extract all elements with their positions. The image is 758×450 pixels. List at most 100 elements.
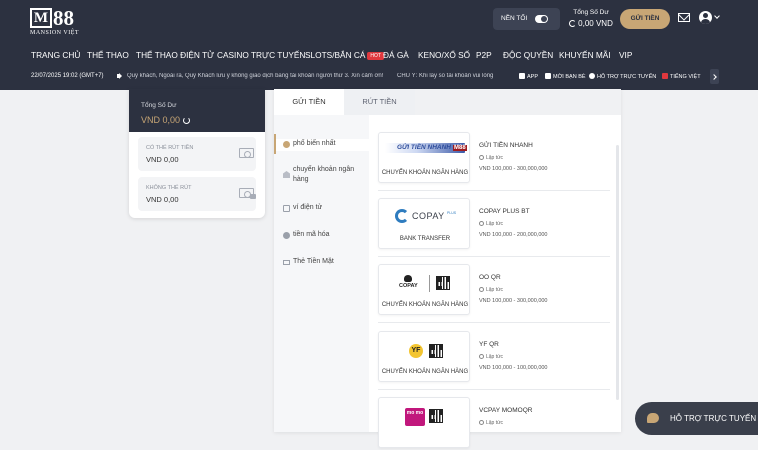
m88-logo[interactable]: M 88 MANSION VIỆT bbox=[30, 6, 84, 38]
quick-link-app[interactable]: APP bbox=[519, 73, 538, 80]
mail-icon[interactable] bbox=[678, 13, 690, 22]
copay-qr-logo-text: COPAY bbox=[399, 283, 418, 289]
side-item-label: chuyển khoản ngân hàng bbox=[293, 166, 355, 183]
total-balance-value: VND 0,00 bbox=[141, 115, 181, 125]
side-item-crypto[interactable]: tiền mã hóa bbox=[274, 230, 369, 242]
tab-deposit[interactable]: GỬI TIỀN bbox=[274, 89, 344, 115]
nav-sports[interactable]: THỂ THAO bbox=[87, 50, 129, 60]
method-caption: CHUYỂN KHOẢN NGÂN HÀNG bbox=[381, 302, 469, 308]
clock-icon bbox=[479, 420, 484, 425]
method-speed-label: Lập tức bbox=[486, 354, 503, 360]
method-caption: CHUYỂN KHOẢN NGÂN HÀNG bbox=[381, 369, 469, 375]
nav-p2p[interactable]: P2P bbox=[476, 50, 492, 60]
hot-badge: HOT bbox=[367, 52, 384, 60]
qr-code-icon bbox=[429, 409, 443, 423]
nav-exclusive[interactable]: ĐỘC QUYỀN bbox=[503, 50, 553, 60]
bank-icon bbox=[283, 171, 290, 178]
qr-code-icon bbox=[429, 344, 443, 358]
ticker-bar: 22/07/2025 19:02 (GMT+7) Quý khách, Ngoà… bbox=[0, 68, 758, 85]
row-divider bbox=[378, 190, 610, 191]
quick-link-support-label: HỖ TRỢ TRỰC TUYẾN bbox=[597, 74, 657, 80]
side-item-e-wallet[interactable]: ví điện tử bbox=[274, 203, 369, 215]
payment-method-row[interactable]: COPAY CHUYỂN KHOẢN NGÂN HÀNG OO QR Lập t… bbox=[378, 264, 610, 324]
live-support-button[interactable]: HỖ TRỢ TRỰC TUYẾN bbox=[635, 402, 758, 435]
app-icon bbox=[519, 73, 525, 79]
nav-home[interactable]: TRANG CHỦ bbox=[31, 50, 80, 60]
nav-keno[interactable]: KENO/XỔ SỐ bbox=[418, 50, 470, 60]
quick-link-invite[interactable]: MỜI BẠN BÈ bbox=[545, 73, 586, 80]
top-header: M 88 MANSION VIỆT NỀN TỐI Tổng Số Dư 0,0… bbox=[0, 0, 758, 90]
tabs-filler bbox=[415, 89, 621, 115]
withdrawable-card: CÓ THỂ RÚT TIỀN VND 0,00 bbox=[138, 137, 256, 171]
night-mode-toggle[interactable]: NỀN TỐI bbox=[493, 8, 560, 30]
method-logo-card[interactable]: YF CHUYỂN KHOẢN NGÂN HÀNG bbox=[378, 331, 470, 382]
method-range: VND 100,000 - 300,000,000 bbox=[479, 298, 548, 304]
copay-qr-logo: COPAY bbox=[399, 275, 453, 293]
m88-badge: M88 bbox=[453, 145, 467, 151]
yf-logo: YF bbox=[409, 344, 449, 360]
method-speed: Lập tức bbox=[479, 155, 503, 161]
side-item-popular[interactable]: phổ biến nhất bbox=[274, 134, 369, 154]
copay-c-icon bbox=[395, 209, 409, 223]
withdrawable-value: VND 0,00 bbox=[146, 155, 179, 164]
payment-method-row[interactable]: COPAY PLUS BANK TRANSFER COPAY PLUS BT L… bbox=[378, 198, 610, 258]
side-item-label: tiền mã hóa bbox=[293, 231, 330, 238]
cash-card-icon bbox=[283, 260, 290, 265]
logo-mark: M bbox=[30, 8, 52, 28]
clock-icon bbox=[479, 221, 484, 226]
logo-number: 88 bbox=[53, 6, 74, 30]
toggle-switch-icon[interactable] bbox=[535, 15, 548, 23]
coin-icon bbox=[283, 232, 290, 239]
payment-method-row[interactable]: mo mo VCPAY MOMOQR Lập tức bbox=[378, 397, 610, 450]
method-name: YF QR bbox=[479, 341, 499, 348]
wallet-icon bbox=[283, 205, 290, 212]
language-selector[interactable]: TIẾNG VIỆT bbox=[662, 73, 701, 80]
list-scrollbar[interactable] bbox=[616, 145, 619, 400]
copay-plus-logo: COPAY PLUS bbox=[395, 209, 456, 225]
method-range: VND 100,000 - 100,000,000 bbox=[479, 365, 548, 371]
method-logo-card[interactable]: mo mo bbox=[378, 397, 470, 448]
side-item-label: Thẻ Tiền Mặt bbox=[293, 258, 334, 265]
payment-method-row[interactable]: GỬI TIỀN NHANH M88 CHUYỂN KHOẢN NGÂN HÀNG… bbox=[378, 132, 610, 192]
header-balance: Tổng Số Dư 0,00 VND bbox=[566, 9, 616, 28]
momo-logo-text: mo mo bbox=[405, 408, 425, 426]
chat-icon bbox=[589, 73, 595, 79]
method-logo-card[interactable]: COPAY PLUS BANK TRANSFER bbox=[378, 198, 470, 249]
deposit-panel: GỬI TIỀN RÚT TIỀN phổ biến nhất chuyển k… bbox=[274, 89, 621, 448]
chevron-right-icon[interactable] bbox=[710, 69, 719, 84]
nav-promotions[interactable]: KHUYẾN MÃI bbox=[559, 50, 611, 60]
copay-logo-text: COPAY bbox=[412, 211, 445, 221]
refresh-icon[interactable] bbox=[183, 117, 191, 124]
nav-cockfight[interactable]: ĐÁ GÀ bbox=[383, 50, 409, 60]
header-balance-row: 0,00 VND bbox=[566, 19, 616, 28]
nav-esports[interactable]: THỂ THAO ĐIỆN TỬ bbox=[136, 50, 214, 60]
chevron-down-icon[interactable] bbox=[714, 13, 720, 19]
cash-icon bbox=[239, 148, 254, 158]
deposit-button[interactable]: GỬI TIỀN bbox=[620, 9, 670, 29]
side-item-bank-transfer[interactable]: chuyển khoản ngân hàng bbox=[274, 165, 369, 187]
balance-panel: Tổng Số Dư VND 0,00 CÓ THỂ RÚT TIỀN VND … bbox=[129, 89, 265, 218]
nav-slots[interactable]: SLOTS/BẮN CÁ HOT bbox=[305, 50, 384, 60]
side-item-label: ví điện tử bbox=[293, 204, 323, 211]
method-logo-card[interactable]: GỬI TIỀN NHANH M88 CHUYỂN KHOẢN NGÂN HÀNG bbox=[378, 132, 470, 183]
clock-icon bbox=[479, 287, 484, 292]
clock-icon bbox=[479, 155, 484, 160]
ticker-message-2: CHÚ Ý: Khi lấy số tài khoản vui lòng bbox=[397, 73, 494, 79]
method-name: GỬI TIỀN NHANH bbox=[479, 142, 533, 149]
quick-link-support[interactable]: HỖ TRỢ TRỰC TUYẾN bbox=[589, 73, 656, 80]
tab-withdraw[interactable]: RÚT TIỀN bbox=[344, 89, 415, 115]
nav-casino[interactable]: CASINO TRỰC TUYẾN bbox=[217, 50, 305, 60]
refresh-icon[interactable] bbox=[569, 20, 577, 27]
side-item-label: phổ biến nhất bbox=[293, 140, 336, 147]
payment-method-row[interactable]: YF CHUYỂN KHOẢN NGÂN HÀNG YF QR Lập tức … bbox=[378, 331, 610, 391]
method-speed-label: Lập tức bbox=[486, 221, 503, 227]
side-item-cash-card[interactable]: Thẻ Tiền Mặt bbox=[274, 257, 369, 269]
total-balance-row: VND 0,00 bbox=[141, 115, 191, 125]
method-logo-card[interactable]: COPAY CHUYỂN KHOẢN NGÂN HÀNG bbox=[378, 264, 470, 315]
yf-logo-text: YF bbox=[409, 344, 423, 358]
method-speed: Lập tức bbox=[479, 221, 503, 227]
clock-icon bbox=[479, 354, 484, 359]
nav-vip[interactable]: VIP bbox=[619, 50, 632, 60]
method-speed: Lập tức bbox=[479, 287, 503, 293]
user-icon[interactable] bbox=[699, 11, 712, 24]
